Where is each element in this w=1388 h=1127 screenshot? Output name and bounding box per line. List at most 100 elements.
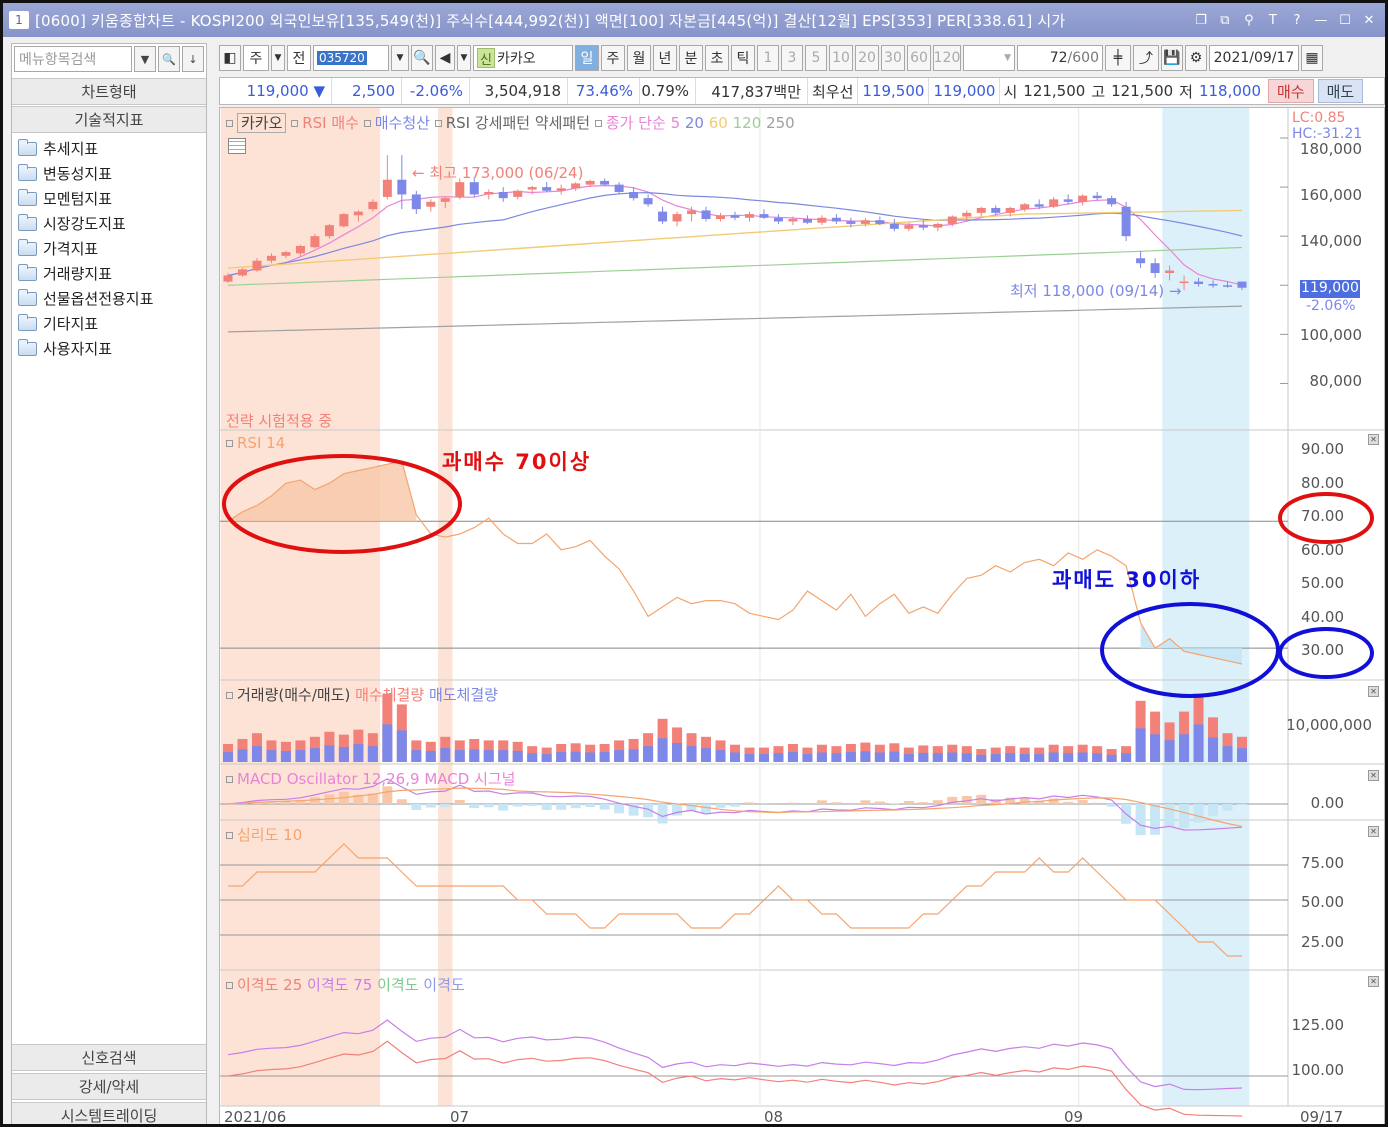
close-pane-icon[interactable]: ✕ <box>1368 976 1379 987</box>
chevron-down-icon[interactable]: ▼ <box>271 45 285 71</box>
chevron-down-icon[interactable]: ▼ <box>391 45 409 71</box>
price-axis-label: 180,000 <box>1299 140 1362 158</box>
chevron-down-icon[interactable]: ▼ <box>457 45 471 71</box>
tree-item-volume[interactable]: 거래량지표 <box>18 261 153 286</box>
custom-interval-select[interactable]: ▼ <box>963 45 1015 71</box>
volume-bar-sell <box>266 750 277 762</box>
candle-body <box>1078 195 1088 202</box>
minimize-icon[interactable]: — <box>1311 10 1331 30</box>
search-icon[interactable]: 🔍 <box>158 46 180 72</box>
strength-weakness-button[interactable]: 강세/약세 <box>12 1073 206 1100</box>
help-icon[interactable]: ? <box>1287 10 1307 30</box>
tree-item-momentum[interactable]: 모멘텀지표 <box>18 186 153 211</box>
macd-osc-bar <box>874 801 885 804</box>
chart-canvas[interactable] <box>220 108 1384 1124</box>
tree-item-other[interactable]: 기타지표 <box>18 311 153 336</box>
interval-week[interactable]: 주 <box>601 45 625 71</box>
minute-60[interactable]: 60 <box>907 45 931 71</box>
calendar-icon[interactable]: ▦ <box>1301 45 1323 71</box>
grid-icon[interactable] <box>228 138 246 154</box>
minute-3[interactable]: 3 <box>781 45 803 71</box>
down-arrow-icon[interactable]: ↓ <box>182 46 204 72</box>
sell-button[interactable]: 매도 <box>1317 79 1364 103</box>
maximize-icon[interactable]: ☐ <box>1335 10 1355 30</box>
window-title: [0600] 키움종합차트 - KOSPI200 외국인보유[135,549(천… <box>35 11 1066 30</box>
macd-osc-bar <box>541 804 552 810</box>
interval-second[interactable]: 초 <box>705 45 729 71</box>
tree-item-volatility[interactable]: 변동성지표 <box>18 161 153 186</box>
tree-item-price[interactable]: 가격지표 <box>18 236 153 261</box>
volume-value: 3,504,918 <box>470 78 568 104</box>
minute-5[interactable]: 5 <box>805 45 827 71</box>
tile-icon[interactable]: ❐ <box>1191 10 1211 30</box>
minute-30[interactable]: 30 <box>881 45 905 71</box>
chart-area[interactable]: 카카오 RSI 매수 매수청산 RSI 강세패턴 약세패턴 종가 단순 5 20… <box>219 107 1385 1124</box>
data-count-field[interactable]: 72/600 <box>1017 45 1103 71</box>
psy-axis-label: 75.00 <box>1301 854 1344 872</box>
close-pane-icon[interactable]: ✕ <box>1368 770 1379 781</box>
tree-item-user[interactable]: 사용자지표 <box>18 336 153 361</box>
volume-bar-sell <box>353 744 364 762</box>
signal-search-button[interactable]: 신호검색 <box>12 1044 206 1071</box>
candle-body <box>411 194 421 210</box>
menu-search-input[interactable]: 메뉴항목검색 <box>14 46 132 72</box>
search-icon[interactable]: 🔍 <box>411 45 433 71</box>
volume-bar-sell <box>1193 724 1204 762</box>
minute-1[interactable]: 1 <box>757 45 779 71</box>
technical-indicator-header[interactable]: 기술적지표 <box>12 106 206 133</box>
buy-button[interactable]: 매수 <box>1268 79 1314 103</box>
window-number[interactable]: 1 <box>9 11 29 29</box>
minute-10[interactable]: 10 <box>829 45 853 71</box>
interval-month[interactable]: 월 <box>627 45 651 71</box>
layout-icon[interactable]: ◧ <box>219 45 241 71</box>
gear-icon[interactable]: ⚙ <box>1185 45 1207 71</box>
candle-settings-icon[interactable]: ╪ <box>1105 45 1131 71</box>
tree-item-market-strength[interactable]: 시장강도지표 <box>18 211 153 236</box>
folder-icon <box>18 188 37 206</box>
minute-120[interactable]: 120 <box>933 45 961 71</box>
speaker-icon[interactable]: ◀ <box>435 45 455 71</box>
close-pane-icon[interactable]: ✕ <box>1368 826 1379 837</box>
menu-search-row: 메뉴항목검색 ▼ 🔍 ↓ <box>14 46 204 72</box>
candle-body <box>672 214 682 222</box>
macd-osc-bar <box>585 804 596 807</box>
dropdown-icon[interactable]: ▼ <box>134 46 156 72</box>
macd-osc-bar <box>1179 804 1190 828</box>
minute-20[interactable]: 20 <box>855 45 879 71</box>
disparity-legend: 이격도 25 이격도 75 이격도 이격도 <box>226 974 465 995</box>
volume-bar-sell <box>382 724 393 762</box>
volume-bar-sell <box>932 753 943 762</box>
close-pane-icon[interactable]: ✕ <box>1368 434 1379 445</box>
stock-code-input[interactable]: 035720 <box>313 45 389 71</box>
macd-osc-bar <box>1237 804 1247 805</box>
period-select[interactable]: 주 <box>243 45 269 71</box>
macd-osc-bar <box>382 786 393 804</box>
pin-icon[interactable]: ⚲ <box>1239 10 1259 30</box>
draw-tool-icon[interactable]: ⤴ <box>1133 45 1159 71</box>
candle-body <box>933 223 943 228</box>
save-icon[interactable]: 💾 <box>1161 45 1183 71</box>
tree-item-trend[interactable]: 추세지표 <box>18 136 153 161</box>
prev-button[interactable]: 전 <box>287 45 311 71</box>
volume-bar-sell <box>845 752 856 762</box>
interval-tick[interactable]: 틱 <box>731 45 755 71</box>
interval-minute[interactable]: 분 <box>679 45 703 71</box>
overbought-annotation: 과매수 70이상 <box>442 450 592 474</box>
date-field[interactable]: 2021/09/17 <box>1209 45 1299 71</box>
oversold-annotation: 과매도 30이하 <box>1052 568 1202 592</box>
folder-icon <box>18 213 37 231</box>
disparity25-line <box>227 1019 1243 1091</box>
close-pane-icon[interactable]: ✕ <box>1368 686 1379 697</box>
tree-item-futures-options[interactable]: 선물옵션전용지표 <box>18 286 153 311</box>
stock-name-field[interactable]: 신 카카오 <box>473 45 573 71</box>
chart-type-header[interactable]: 차트형태 <box>12 78 206 105</box>
macd-osc-bar <box>816 800 827 804</box>
font-icon[interactable]: T <box>1263 10 1283 30</box>
psy-axis-label: 25.00 <box>1301 933 1344 951</box>
interval-year[interactable]: 년 <box>653 45 677 71</box>
disparity-axis-label: 125.00 <box>1291 1016 1345 1034</box>
copy-icon[interactable]: ⧉ <box>1215 10 1235 30</box>
close-icon[interactable]: ✕ <box>1359 10 1379 30</box>
interval-day[interactable]: 일 <box>575 45 599 71</box>
system-trading-button[interactable]: 시스템트레이딩 <box>12 1102 206 1124</box>
